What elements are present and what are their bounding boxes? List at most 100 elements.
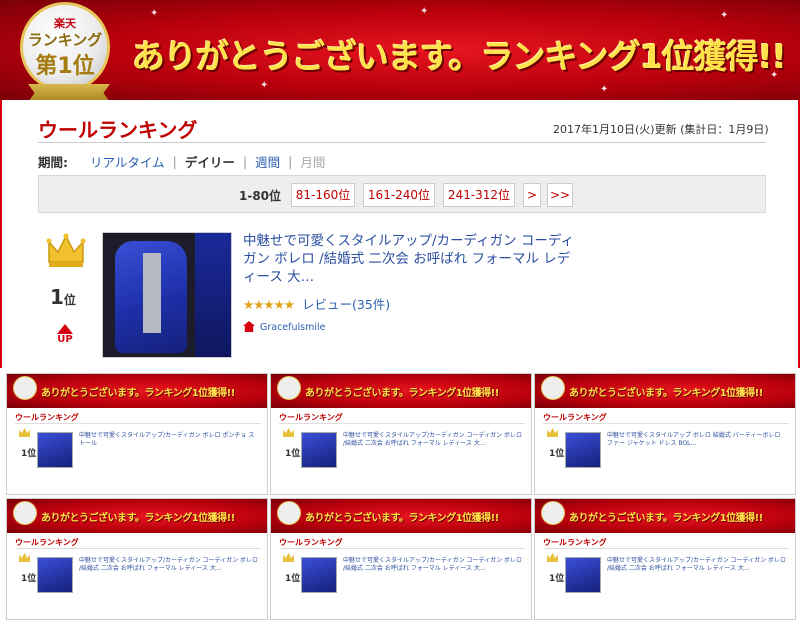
tile-crown-icon bbox=[283, 553, 294, 562]
tile-heading: ウールランキング bbox=[15, 538, 79, 547]
tile-crown-icon bbox=[547, 428, 558, 437]
tile-rank: 1位 bbox=[285, 574, 301, 584]
tile-badge-icon bbox=[13, 376, 37, 400]
tile-rank: 1位 bbox=[549, 574, 565, 584]
tile-crown-icon bbox=[19, 553, 30, 562]
product-rating: ★★★★★ レビュー(35件) bbox=[243, 294, 390, 313]
tile-heading: ウールランキング bbox=[15, 413, 79, 422]
tab-daily[interactable]: デイリー bbox=[185, 152, 235, 171]
rank-trend: UP bbox=[50, 324, 80, 345]
pager-last[interactable]: >> bbox=[547, 183, 573, 207]
grey-lining bbox=[143, 253, 161, 333]
pagination: 1-80位 81-160位 161-240位 241-312位 > >> bbox=[38, 175, 766, 213]
review-count-link[interactable]: レビュー(35件) bbox=[302, 297, 390, 312]
badge-first-place: 第1位 bbox=[35, 54, 95, 79]
tile-badge-icon bbox=[541, 376, 565, 400]
period-separator: | bbox=[288, 154, 293, 169]
tile-badge-icon bbox=[13, 501, 37, 525]
tile-divider bbox=[279, 423, 525, 424]
pager-161-240[interactable]: 161-240位 bbox=[363, 183, 435, 207]
tile-product-image bbox=[37, 432, 73, 468]
ranking-screenshot-tile[interactable]: ありがとうございます。ランキング1位獲得!! ウールランキング 1位 中魅せで可愛くス… bbox=[6, 373, 268, 495]
tile-banner-text: ありがとうございます。ランキング1位獲得!! bbox=[305, 513, 499, 524]
ranking-banner: ✦ ✦ ✦ ✦ ✦ ✦ 楽天 ランキング 第1位 ありがとうございます。ランキン… bbox=[0, 0, 800, 100]
pager-current: 1-80位 bbox=[239, 189, 282, 203]
tab-realtime[interactable]: リアルタイム bbox=[90, 152, 165, 171]
tile-banner-text: ありがとうございます。ランキング1位獲得!! bbox=[41, 513, 235, 524]
ranking-screenshot-tile[interactable]: ありがとうございます。ランキング1位獲得!! ウールランキング 1位 中魅せで可愛くス… bbox=[270, 373, 532, 495]
rakuten-rank-badge: 楽天 ランキング 第1位 bbox=[20, 2, 110, 92]
rating-stars-icon: ★★★★★ bbox=[243, 297, 295, 312]
crown-icon bbox=[46, 233, 86, 267]
tile-banner: ありがとうございます。ランキング1位獲得!! bbox=[7, 499, 267, 533]
tile-rank: 1位 bbox=[21, 449, 37, 459]
tile-product-text: 中魅せで可愛くスタイルアップ/カーディガン コーディガン ボレロ /結婚式 二次… bbox=[79, 557, 258, 572]
product-title-link[interactable]: 中魅せで可愛くスタイルアップ/カーディガン コーディガン ボレロ /結婚式 二次… bbox=[243, 232, 579, 286]
tile-crown-icon bbox=[547, 553, 558, 562]
shop-link[interactable]: Gracefulsmile bbox=[243, 321, 326, 333]
tile-banner: ありがとうございます。ランキング1位獲得!! bbox=[271, 374, 531, 408]
page-title: ウールランキング bbox=[38, 118, 198, 142]
tile-product-image bbox=[301, 432, 337, 468]
tile-rank: 1位 bbox=[21, 574, 37, 584]
tab-weekly[interactable]: 週間 bbox=[255, 152, 280, 171]
tile-divider bbox=[15, 423, 261, 424]
tile-divider bbox=[279, 548, 525, 549]
product-image[interactable] bbox=[102, 232, 232, 358]
tile-product-text: 中魅せで可愛くスタイルアップ/カーディガン コーディガン ボレロ /結婚式 二次… bbox=[343, 432, 522, 447]
pager-81-160[interactable]: 81-160位 bbox=[291, 183, 355, 207]
ranking-panel: ウールランキング 2017年1月10日(火)更新 (集計日：1月9日) 期間: … bbox=[0, 100, 800, 368]
period-label: 期間: bbox=[38, 155, 68, 170]
tab-monthly[interactable]: 月間 bbox=[300, 152, 325, 171]
badge-ribbon bbox=[28, 84, 110, 100]
tile-banner-text: ありがとうございます。ランキング1位獲得!! bbox=[569, 513, 763, 524]
period-selector: 期間: リアルタイム | デイリー | 週間 | 月間 bbox=[38, 152, 325, 171]
tile-product-image bbox=[565, 557, 601, 593]
arrow-up-icon bbox=[57, 324, 73, 334]
tile-divider bbox=[543, 423, 789, 424]
tile-product-text: 中魅せで可愛くスタイルアップ/カーディガン コーディガン ボレロ /結婚式 二次… bbox=[607, 557, 786, 572]
banner-thanks-text: ありがとうございます。ランキング1位獲得!! bbox=[132, 37, 787, 76]
updated-date: 2017年1月10日(火)更新 (集計日：1月9日) bbox=[553, 123, 769, 136]
tile-product-image bbox=[37, 557, 73, 593]
period-separator: | bbox=[242, 154, 248, 169]
ranking-screenshot-tile[interactable]: ありがとうございます。ランキング1位獲得!! ウールランキング 1位 中魅せで可愛くス… bbox=[534, 498, 796, 620]
tile-product-image bbox=[301, 557, 337, 593]
shop-name: Gracefulsmile bbox=[260, 322, 326, 333]
tile-divider bbox=[15, 548, 261, 549]
tile-crown-icon bbox=[283, 428, 294, 437]
tile-product-text: 中魅せで可愛くスタイルアップ ボレロ 結婚式 パーティーボレロ ファー ジャケッ… bbox=[607, 432, 781, 447]
period-separator: | bbox=[172, 154, 177, 169]
ranking-screenshot-tile[interactable]: ありがとうございます。ランキング1位獲得!! ウールランキング 1位 中魅せで可愛くス… bbox=[534, 373, 796, 495]
tile-heading: ウールランキング bbox=[543, 413, 607, 422]
tile-rank: 1位 bbox=[285, 449, 301, 459]
trend-label: UP bbox=[57, 334, 73, 345]
shop-house-icon bbox=[243, 321, 255, 332]
tile-crown-icon bbox=[19, 428, 30, 437]
tile-banner: ありがとうございます。ランキング1位獲得!! bbox=[535, 374, 795, 408]
tile-banner: ありがとうございます。ランキング1位獲得!! bbox=[271, 499, 531, 533]
tile-heading: ウールランキング bbox=[279, 413, 343, 422]
tile-divider bbox=[543, 548, 789, 549]
tile-rank: 1位 bbox=[549, 449, 565, 459]
tile-badge-icon bbox=[541, 501, 565, 525]
rank-value: 1 bbox=[50, 285, 64, 309]
tile-badge-icon bbox=[277, 501, 301, 525]
title-divider bbox=[38, 142, 766, 143]
tile-banner: ありがとうございます。ランキング1位獲得!! bbox=[535, 499, 795, 533]
tile-banner-text: ありがとうございます。ランキング1位獲得!! bbox=[569, 388, 763, 399]
tile-heading: ウールランキング bbox=[279, 538, 343, 547]
tile-banner-text: ありがとうございます。ランキング1位獲得!! bbox=[41, 388, 235, 399]
ranking-screenshot-tile[interactable]: ありがとうございます。ランキング1位獲得!! ウールランキング 1位 中魅せで可愛くス… bbox=[270, 498, 532, 620]
tile-product-image bbox=[565, 432, 601, 468]
ranking-screenshot-tile[interactable]: ありがとうございます。ランキング1位獲得!! ウールランキング 1位 中魅せで可愛くス… bbox=[6, 498, 268, 620]
tile-banner: ありがとうございます。ランキング1位獲得!! bbox=[7, 374, 267, 408]
tile-heading: ウールランキング bbox=[543, 538, 607, 547]
badge-ranking: ランキング bbox=[27, 31, 103, 49]
pager-241-312[interactable]: 241-312位 bbox=[443, 183, 515, 207]
tile-product-text: 中魅せで可愛くスタイルアップ/カーディガン ボレロ ポンチョ ストール bbox=[79, 432, 255, 447]
rank-number: 1位 bbox=[50, 285, 76, 309]
pager-next[interactable]: > bbox=[523, 183, 541, 207]
tile-badge-icon bbox=[277, 376, 301, 400]
rank-suffix: 位 bbox=[63, 293, 76, 307]
